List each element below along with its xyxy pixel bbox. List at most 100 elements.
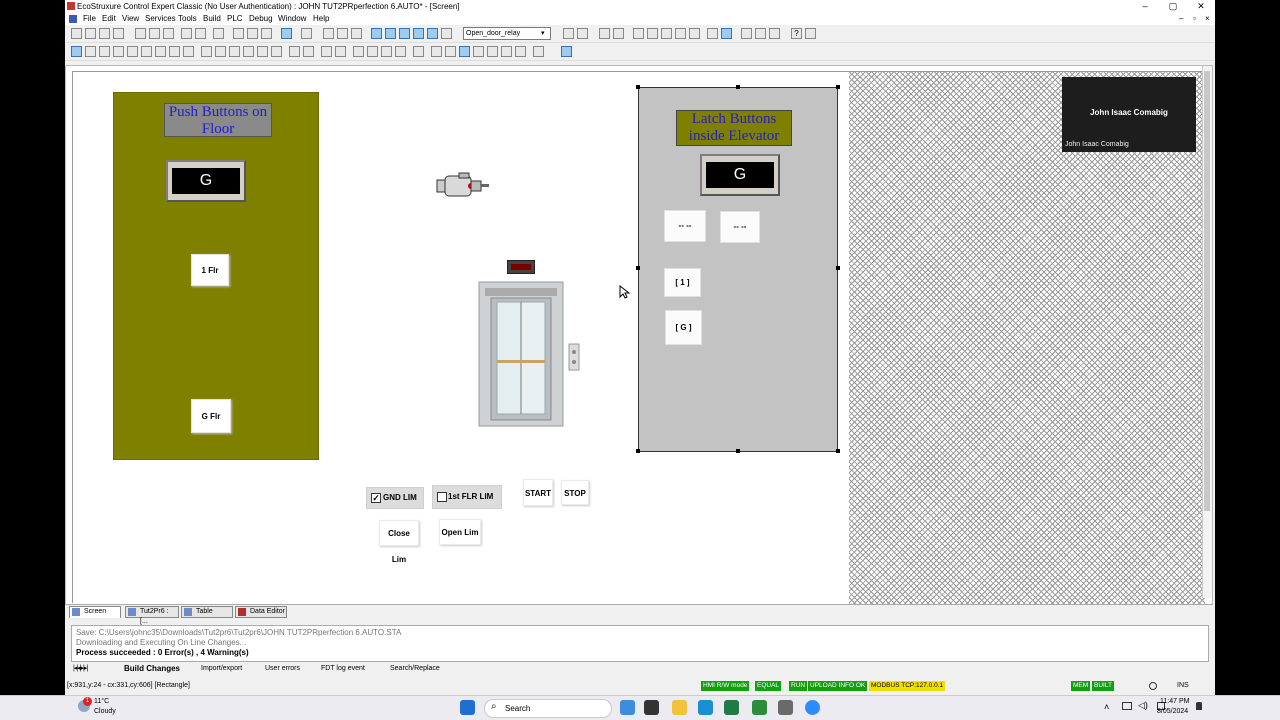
print-icon[interactable] [113, 28, 124, 39]
menu-services[interactable]: Services [145, 13, 176, 25]
tile-horizontal-icon[interactable] [755, 28, 766, 39]
zoom-icon[interactable] [721, 28, 732, 39]
tab-nav-arrows-icon[interactable]: |◂|◂|▸|▸| [73, 663, 113, 674]
run-icon[interactable] [323, 28, 334, 39]
line-icon[interactable] [85, 46, 96, 57]
tab-user-errors[interactable]: User errors [265, 663, 300, 674]
file-explorer-icon[interactable] [672, 700, 687, 715]
latch-button-a[interactable]: -- -- [664, 210, 706, 242]
properties-icon[interactable] [501, 46, 512, 57]
context-help-icon[interactable] [805, 28, 816, 39]
download-icon[interactable] [301, 28, 312, 39]
front-icon[interactable] [353, 46, 364, 57]
scrollbar-thumb[interactable] [1204, 71, 1210, 511]
tab-screen[interactable]: Screen [69, 606, 121, 618]
latch-button-b[interactable]: -- -- [720, 211, 760, 243]
close-button[interactable]: ✕ [1191, 0, 1211, 13]
online-edit-icon[interactable] [561, 46, 572, 57]
copy-icon[interactable] [135, 28, 146, 39]
paste-icon[interactable] [163, 28, 174, 39]
tab-search-replace[interactable]: Search/Replace [390, 663, 440, 674]
text-object-icon[interactable] [183, 46, 194, 57]
ellipse-icon[interactable] [113, 46, 124, 57]
selection-handle[interactable] [836, 449, 840, 453]
init-icon[interactable] [351, 28, 362, 39]
watch-icon[interactable] [599, 28, 610, 39]
checkbox-icon[interactable] [229, 46, 240, 57]
link-icon[interactable] [473, 46, 484, 57]
open-icon[interactable] [85, 28, 96, 39]
latch-button-ground-floor[interactable]: [ G ] [665, 310, 702, 345]
zoom-app-icon[interactable] [805, 700, 820, 715]
text-icon[interactable] [155, 46, 166, 57]
ungroup-icon[interactable] [335, 46, 346, 57]
new-icon[interactable] [71, 28, 82, 39]
align-left-icon[interactable] [289, 46, 300, 57]
clock-date[interactable]: 8/05/2024 [1157, 708, 1188, 715]
page-icon[interactable] [459, 46, 470, 57]
stop-icon[interactable] [337, 28, 348, 39]
lock-icon[interactable] [515, 46, 526, 57]
open-lim-button[interactable]: Open Lim [439, 519, 481, 545]
save-icon[interactable] [99, 28, 110, 39]
force-icon[interactable] [633, 28, 644, 39]
rectangle-icon[interactable] [99, 46, 110, 57]
arc-icon[interactable] [127, 46, 138, 57]
image-icon[interactable] [169, 46, 180, 57]
mdi-close-button[interactable]: × [1205, 13, 1210, 25]
variable-select[interactable]: Open_door_relay ▾ [463, 27, 551, 40]
transfer-icon[interactable] [281, 28, 292, 39]
rebuild-icon[interactable] [247, 28, 258, 39]
space-icon[interactable] [431, 46, 442, 57]
project-icon[interactable] [399, 28, 410, 39]
tab-build-changes[interactable]: Build Changes [124, 663, 180, 674]
stop-button[interactable]: STOP [561, 480, 589, 505]
grid-icon[interactable] [707, 28, 718, 39]
debug-icon[interactable] [563, 28, 574, 39]
layout-icon[interactable] [445, 46, 456, 57]
selection-handle[interactable] [636, 85, 640, 89]
animate-icon[interactable] [487, 46, 498, 57]
button-icon[interactable] [201, 46, 212, 57]
selection-handle[interactable] [636, 449, 640, 453]
edge-icon[interactable] [698, 700, 713, 715]
build-icon[interactable] [233, 28, 244, 39]
network-icon[interactable] [1122, 702, 1132, 710]
taskbar-search-box[interactable]: ⌕ Search [484, 699, 612, 718]
menu-file[interactable]: File [83, 13, 96, 25]
maximize-button[interactable]: ▢ [1163, 0, 1183, 13]
slider-icon[interactable] [243, 46, 254, 57]
screen-canvas[interactable]: Push Buttons on Floor G 1 Flr G Flr Latc… [72, 71, 1205, 604]
flip-icon[interactable] [395, 46, 406, 57]
connect-icon[interactable] [261, 28, 272, 39]
menu-plc[interactable]: PLC [227, 13, 243, 25]
vertical-scrollbar[interactable] [1202, 66, 1212, 598]
unforce-icon[interactable] [647, 28, 658, 39]
latch-button-1st-floor[interactable]: [ 1 ] [664, 268, 701, 297]
tab-table[interactable]: Table [181, 606, 233, 618]
group-icon[interactable] [321, 46, 332, 57]
selection-handle[interactable] [736, 449, 740, 453]
table-icon[interactable] [413, 28, 424, 39]
tile-vertical-icon[interactable] [769, 28, 780, 39]
tab-tut2pr6[interactable]: Tut2Pr6 : [... [125, 606, 179, 625]
menu-window[interactable]: Window [278, 13, 306, 25]
help-icon[interactable]: ? [791, 28, 802, 39]
entry-field-icon[interactable] [215, 46, 226, 57]
control-expert-taskbar-icon[interactable] [752, 700, 767, 715]
rotate-icon[interactable] [381, 46, 392, 57]
modify-icon[interactable] [613, 28, 624, 39]
catalog-icon[interactable] [533, 46, 544, 57]
minimize-button[interactable]: – [1135, 0, 1155, 13]
start-button[interactable]: START [523, 479, 553, 506]
trend-icon[interactable] [271, 46, 282, 57]
app-taskbar-icon[interactable] [778, 700, 793, 715]
selection-handle[interactable] [636, 266, 640, 270]
cascade-icon[interactable] [741, 28, 752, 39]
selection-handle[interactable] [836, 266, 840, 270]
selection-handle[interactable] [836, 85, 840, 89]
call-ground-floor-button[interactable]: G Flr [191, 399, 231, 433]
browser-icon[interactable] [385, 28, 396, 39]
find-icon[interactable] [441, 28, 452, 39]
gnd-lim-checkbox[interactable]: ✓ GND LIM [366, 487, 424, 509]
